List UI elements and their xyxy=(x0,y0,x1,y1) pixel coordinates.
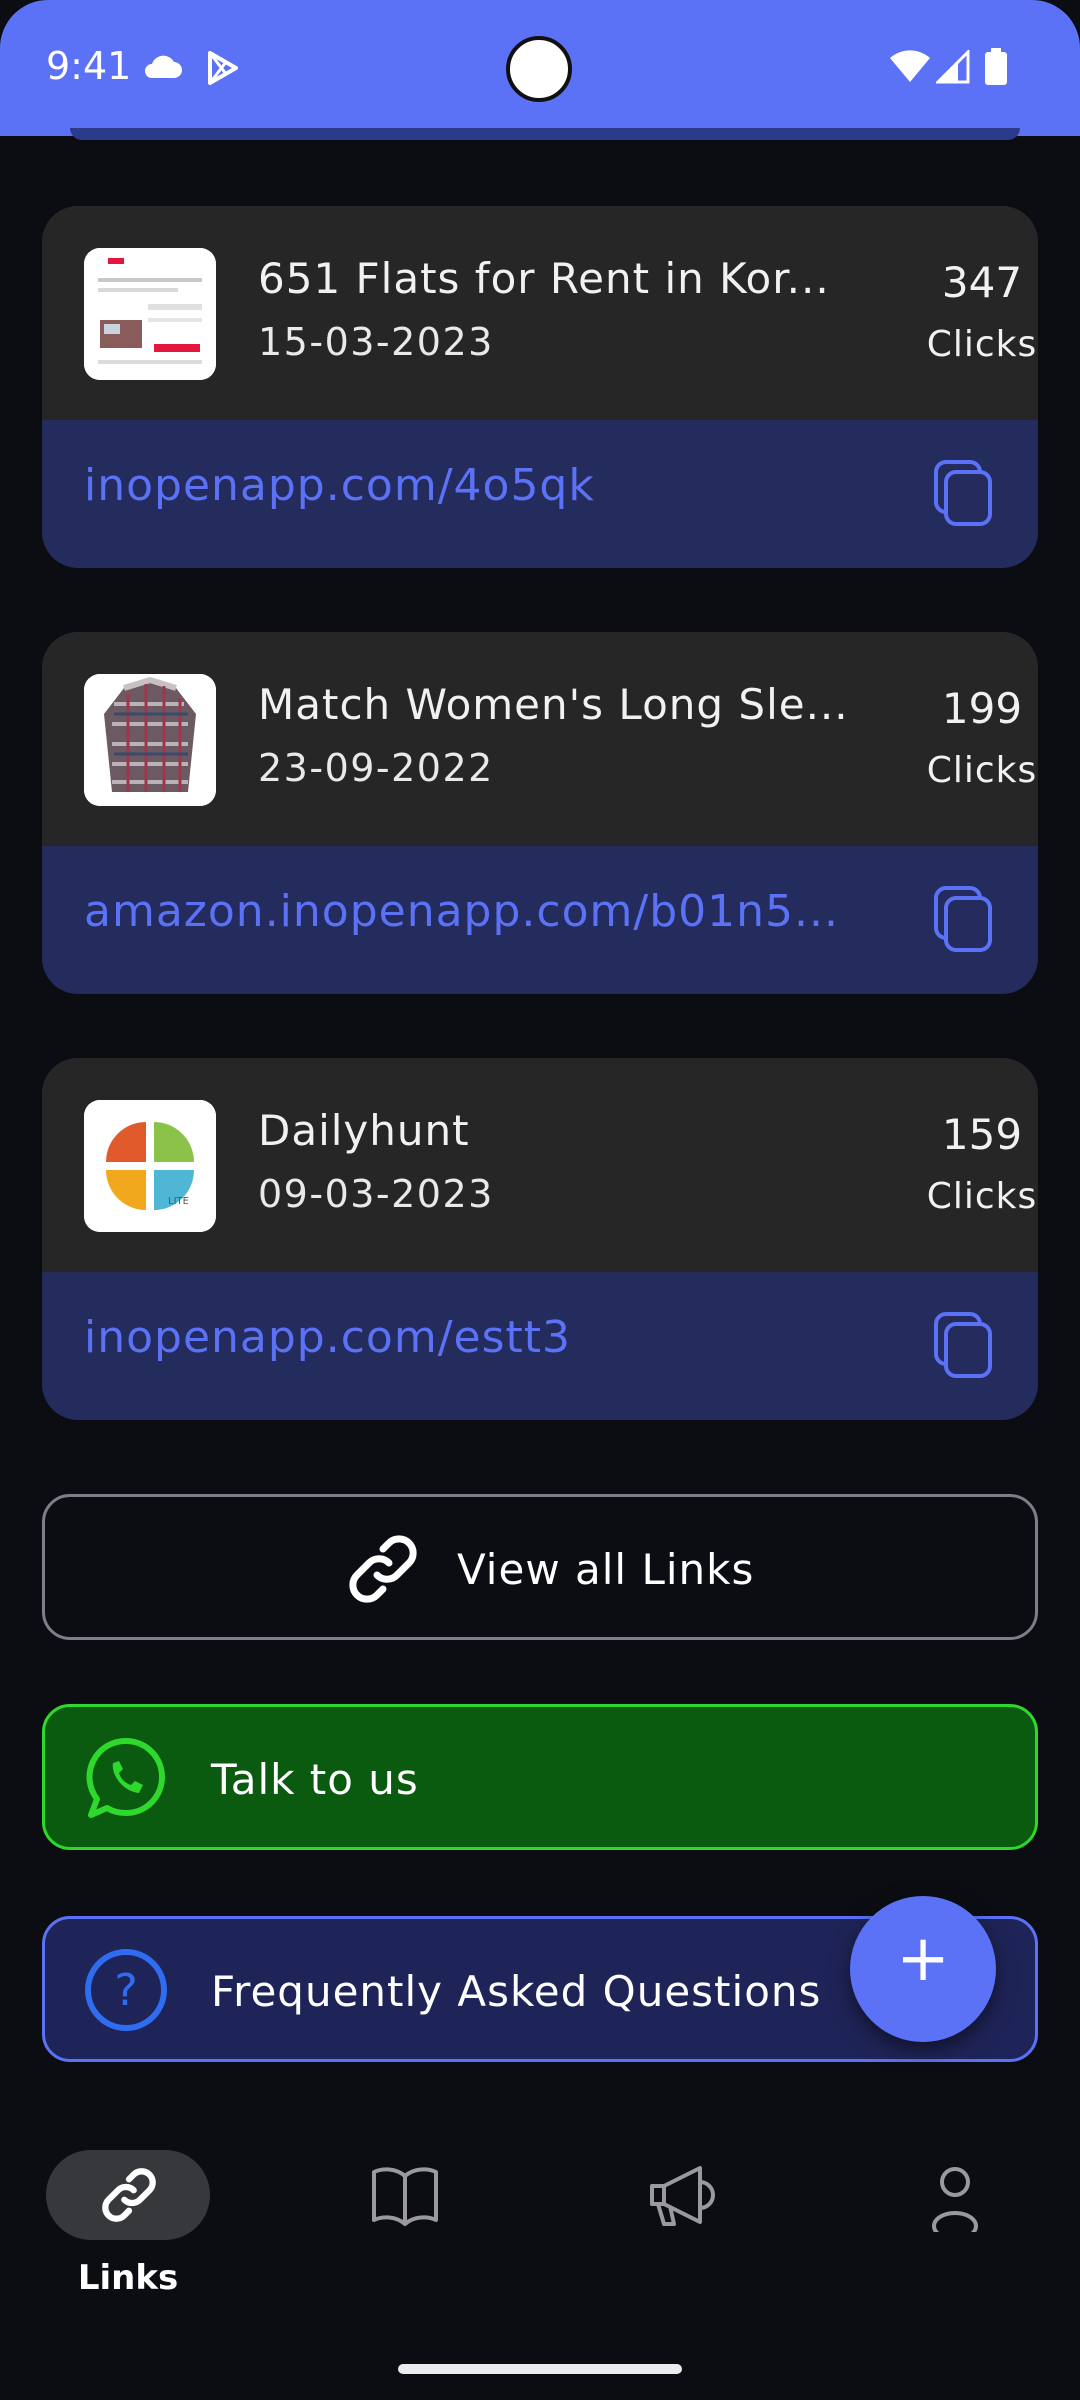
link-card[interactable]: 651 Flats for Rent in Kor... 15-03-2023 … xyxy=(42,206,1038,568)
link-card-header[interactable]: LITE Dailyhunt 09-03-2023 159 Clicks xyxy=(42,1058,1038,1272)
link-title: Match Women's Long Sle... xyxy=(258,680,849,729)
talk-to-us-label: Talk to us xyxy=(211,1755,419,1804)
link-icon xyxy=(102,2168,156,2222)
click-count: 199 xyxy=(941,684,1023,733)
link-date: 09-03-2023 xyxy=(258,1172,494,1216)
copy-icon[interactable] xyxy=(932,458,996,528)
copy-icon[interactable] xyxy=(932,884,996,954)
link-title: Dailyhunt xyxy=(258,1106,470,1155)
faq-label: Frequently Asked Questions xyxy=(211,1967,822,2016)
link-date: 15-03-2023 xyxy=(258,320,494,364)
status-bar: 9:41 xyxy=(0,0,1080,136)
book-icon xyxy=(372,2167,438,2226)
shirt-thumbnail xyxy=(84,674,216,806)
svg-text:?: ? xyxy=(114,1965,137,2016)
wifi-icon xyxy=(890,50,930,82)
copy-icon[interactable] xyxy=(932,1310,996,1380)
svg-text:LITE: LITE xyxy=(168,1196,189,1207)
scrolled-card-edge xyxy=(70,128,1020,140)
profile-icon xyxy=(931,2167,979,2232)
play-store-icon xyxy=(208,51,238,85)
link-card[interactable]: Match Women's Long Sle... 23-09-2022 199… xyxy=(42,632,1038,994)
talk-to-us-button[interactable]: Talk to us xyxy=(42,1704,1038,1850)
status-time: 9:41 xyxy=(46,44,132,88)
clicks-label: Clicks xyxy=(926,750,1038,791)
camera-cutout xyxy=(506,36,572,102)
click-count: 347 xyxy=(941,258,1023,307)
whatsapp-icon xyxy=(86,1737,165,1818)
click-count: 159 xyxy=(941,1110,1023,1159)
add-link-fab[interactable]: + xyxy=(850,1896,996,2042)
link-icon xyxy=(349,1535,417,1603)
nav-item-links[interactable] xyxy=(46,2150,210,2240)
nav-item-campaigns[interactable] xyxy=(600,2150,760,2240)
website-thumbnail xyxy=(84,248,216,380)
link-card-header[interactable]: Match Women's Long Sle... 23-09-2022 199… xyxy=(42,632,1038,846)
nav-label-links: Links xyxy=(77,2258,179,2298)
view-all-links-button[interactable]: View all Links xyxy=(42,1494,1038,1640)
plus-icon: + xyxy=(896,1922,950,1996)
link-url[interactable]: inopenapp.com/estt3 xyxy=(84,1312,844,1363)
link-url[interactable]: amazon.inopenapp.com/b01n5... xyxy=(84,886,844,937)
clicks-label: Clicks xyxy=(926,1176,1038,1217)
view-all-links-label: View all Links xyxy=(457,1545,755,1594)
nav-item-profile[interactable] xyxy=(874,2150,1034,2240)
link-title: 651 Flats for Rent in Kor... xyxy=(258,254,830,303)
signal-icon xyxy=(936,50,970,84)
dailyhunt-logo: LITE xyxy=(84,1100,216,1232)
link-card-header[interactable]: 651 Flats for Rent in Kor... 15-03-2023 … xyxy=(42,206,1038,420)
home-indicator[interactable] xyxy=(398,2364,682,2374)
clicks-label: Clicks xyxy=(926,324,1038,365)
link-url[interactable]: inopenapp.com/4o5qk xyxy=(84,460,844,511)
nav-item-courses[interactable] xyxy=(324,2150,484,2240)
question-icon: ? xyxy=(85,1949,167,2031)
cloud-icon xyxy=(145,55,182,78)
battery-icon xyxy=(985,48,1007,85)
megaphone-icon xyxy=(650,2166,715,2226)
link-card[interactable]: LITE Dailyhunt 09-03-2023 159 Clicks ino… xyxy=(42,1058,1038,1420)
link-date: 23-09-2022 xyxy=(258,746,494,790)
